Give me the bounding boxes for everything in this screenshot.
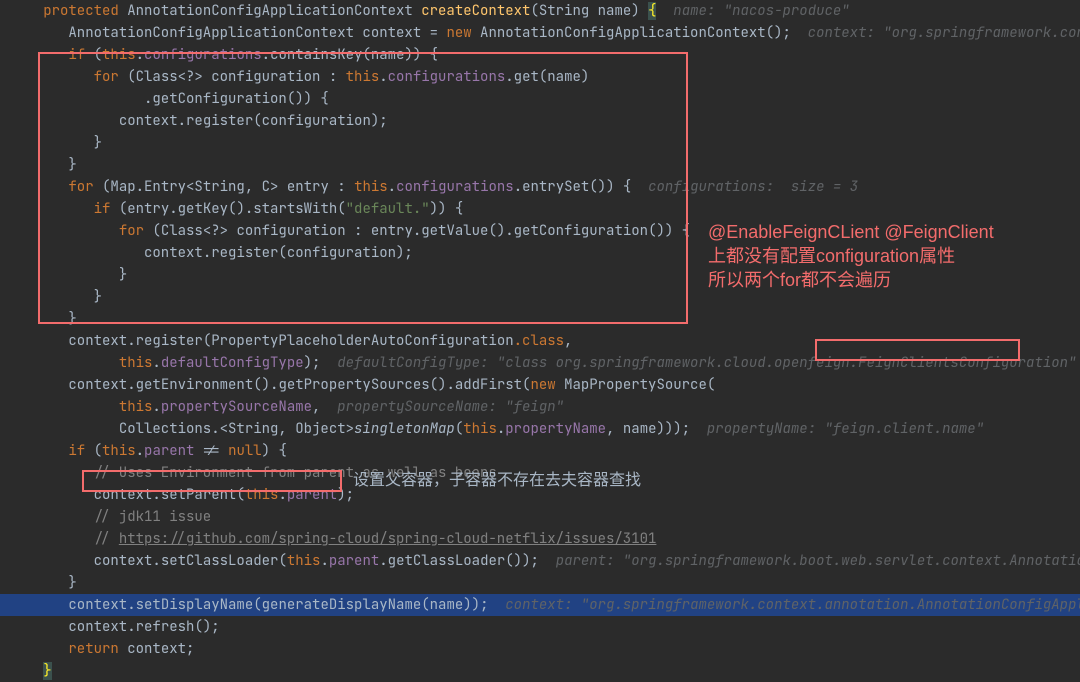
code-line-current[interactable]: context.setDisplayName(generateDisplayNa… — [0, 594, 1080, 616]
code-line[interactable]: for (Class<?> configuration : this.confi… — [0, 66, 1080, 88]
code-editor[interactable]: @EnableFeignCLient @FeignClient 上都没有配置co… — [0, 0, 1080, 682]
code-line[interactable]: } — [0, 132, 1080, 154]
code-line[interactable]: return context; — [0, 638, 1080, 660]
code-line[interactable]: // jdk11 issue — [0, 506, 1080, 528]
code-line[interactable]: this.defaultConfigType); defaultConfigTy… — [0, 352, 1080, 374]
code-line[interactable]: context.register(configuration); — [0, 110, 1080, 132]
code-line[interactable]: AnnotationConfigApplicationContext conte… — [0, 22, 1080, 44]
code-line[interactable]: // https://github.com/spring-cloud/sprin… — [0, 528, 1080, 550]
code-line[interactable]: this.propertySourceName, propertySourceN… — [0, 396, 1080, 418]
code-line[interactable]: } — [0, 660, 1080, 682]
code-line[interactable]: Collections.<String, Object>singletonMap… — [0, 418, 1080, 440]
code-line[interactable]: } — [0, 308, 1080, 330]
code-line[interactable]: context.getEnvironment().getPropertySour… — [0, 374, 1080, 396]
annotation-line: @EnableFeignCLient @FeignClient — [708, 220, 994, 244]
annotation-text-2: 设置父容器，子容器不存在去夫容器查找 — [353, 470, 641, 492]
code-line[interactable]: context.refresh(); — [0, 616, 1080, 638]
annotation-line: 所以两个for都不会遍历 — [708, 268, 994, 292]
code-line[interactable]: .getConfiguration()) { — [0, 88, 1080, 110]
code-line[interactable]: context.setClassLoader(this.parent.getCl… — [0, 550, 1080, 572]
code-line[interactable]: if (this.parent != null) { — [0, 440, 1080, 462]
code-line[interactable]: if (this.configurations.containsKey(name… — [0, 44, 1080, 66]
annotation-text-1: @EnableFeignCLient @FeignClient 上都没有配置co… — [708, 220, 994, 292]
code-line[interactable]: } — [0, 154, 1080, 176]
code-line[interactable]: if (entry.getKey().startsWith("default."… — [0, 198, 1080, 220]
annotation-line: 上都没有配置configuration属性 — [708, 244, 994, 268]
code-line[interactable]: } — [0, 572, 1080, 594]
code-line[interactable]: for (Map.Entry<String, C> entry : this.c… — [0, 176, 1080, 198]
code-line[interactable]: protected AnnotationConfigApplicationCon… — [0, 0, 1080, 22]
code-line[interactable]: context.register(PropertyPlaceholderAuto… — [0, 330, 1080, 352]
